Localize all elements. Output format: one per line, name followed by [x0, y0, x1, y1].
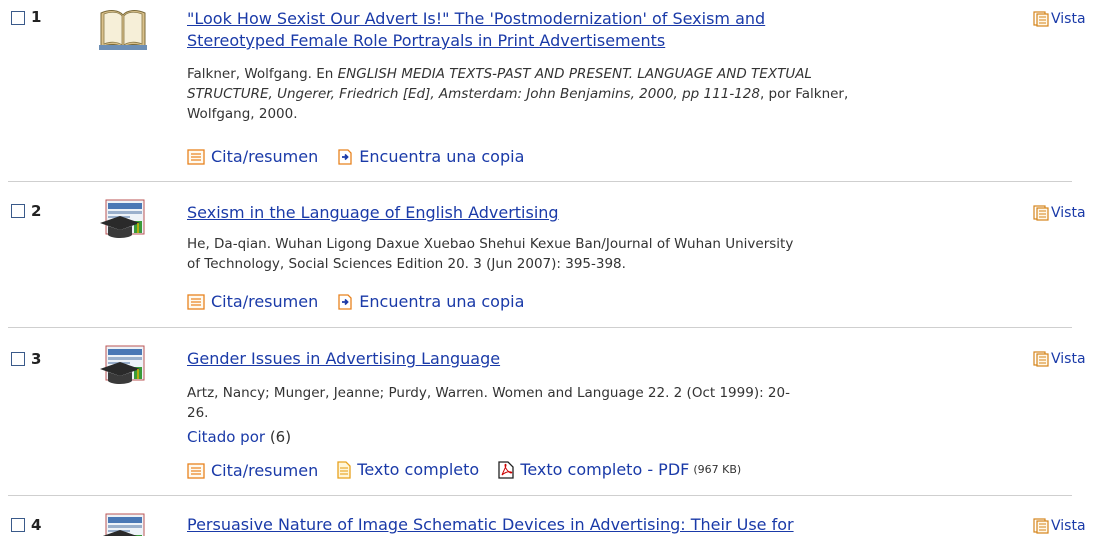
preview-icon — [1033, 351, 1049, 367]
result-citation: Falkner, Wolfgang. En ENGLISH MEDIA TEXT… — [187, 64, 1027, 124]
citation-abstract-link[interactable]: Cita/resumen — [187, 461, 318, 481]
result-3: 3 Gender Issues in Advertising Language … — [0, 328, 1102, 494]
vista-link[interactable]: Vista — [1033, 204, 1086, 222]
result-title-link[interactable]: Persuasive Nature of Image Schematic Dev… — [187, 514, 957, 536]
preview-icon — [1033, 11, 1049, 27]
find-copy-icon — [337, 294, 353, 310]
book-icon[interactable] — [98, 7, 148, 55]
result-number: 1 — [31, 8, 42, 26]
result-2: 2 Sexism in the Language of English Adve… — [0, 182, 1102, 327]
select-checkbox[interactable] — [11, 352, 25, 366]
result-title-link[interactable]: Sexism in the Language of English Advert… — [187, 202, 957, 224]
vista-label: Vista — [1051, 351, 1086, 367]
result-citation: Artz, Nancy; Munger, Jeanne; Purdy, Warr… — [187, 385, 790, 421]
find-copy-icon — [337, 149, 353, 165]
scholarly-journal-icon[interactable] — [98, 513, 148, 536]
citation-icon — [187, 294, 205, 310]
vista-link[interactable]: Vista — [1033, 350, 1086, 368]
result-1: 1 "Look How Sexist Our Advert Is!" The '… — [0, 0, 1102, 180]
source-tail: Wolfgang, 2000. — [187, 106, 298, 122]
result-title-link[interactable]: "Look How Sexist Our Advert Is!" The 'Po… — [187, 8, 957, 52]
pdf-icon — [498, 461, 514, 479]
citation-abstract-link[interactable]: Cita/resumen — [187, 292, 318, 312]
source-tail: , por Falkner, — [759, 86, 849, 102]
vista-label: Vista — [1051, 205, 1086, 221]
vista-link[interactable]: Vista — [1033, 10, 1086, 28]
find-copy-link[interactable]: Encuentra una copia — [337, 292, 524, 312]
vista-link[interactable]: Vista — [1033, 517, 1086, 535]
vista-label: Vista — [1051, 11, 1086, 27]
cited-by-link[interactable]: Citado por (6) — [187, 427, 291, 447]
preview-icon — [1033, 205, 1049, 221]
authors: Falkner, Wolfgang. En — [187, 66, 338, 82]
scholarly-journal-icon[interactable] — [98, 199, 148, 247]
result-actions: Cita/resumen Encuentra una copia — [187, 292, 538, 315]
select-checkbox[interactable] — [11, 204, 25, 218]
source-title: ENGLISH MEDIA TEXTS-PAST AND PRESENT. LA… — [337, 66, 812, 82]
scholarly-journal-icon[interactable] — [98, 345, 148, 393]
select-checkbox[interactable] — [11, 518, 25, 532]
result-actions: Cita/resumen Texto completo Texto comple… — [187, 460, 755, 484]
preview-icon — [1033, 518, 1049, 534]
pdf-size: (967 KB) — [693, 463, 742, 476]
select-checkbox[interactable] — [11, 11, 25, 25]
result-title-link[interactable]: Gender Issues in Advertising Language — [187, 348, 957, 370]
result-actions: Cita/resumen Encuentra una copia — [187, 147, 538, 170]
result-number: 4 — [31, 516, 42, 534]
result-number: 2 — [31, 202, 42, 220]
result-4: 4 Persuasive Nature of Image Schematic D… — [0, 496, 1102, 536]
full-text-pdf-link[interactable]: Texto completo - PDF (967 KB) — [498, 460, 741, 480]
result-number: 3 — [31, 350, 42, 368]
citation-icon — [187, 149, 205, 165]
result-citation: He, Da-qian. Wuhan Ligong Daxue Xuebao S… — [187, 236, 794, 272]
citation-abstract-link[interactable]: Cita/resumen — [187, 147, 318, 167]
title-line: Stereotyped Female Role Portrayals in Pr… — [187, 31, 666, 50]
source-title: STRUCTURE, Ungerer, Friedrich [Ed], Amst… — [187, 86, 760, 102]
cited-by-label: Citado por — [187, 428, 266, 446]
full-text-link[interactable]: Texto completo — [337, 460, 479, 480]
citation-icon — [187, 463, 205, 479]
title-line: "Look How Sexist Our Advert Is!" The 'Po… — [187, 9, 766, 28]
cited-by-count: (6) — [269, 428, 292, 446]
find-copy-link[interactable]: Encuentra una copia — [337, 147, 524, 167]
vista-label: Vista — [1051, 518, 1086, 534]
full-text-icon — [337, 461, 351, 479]
